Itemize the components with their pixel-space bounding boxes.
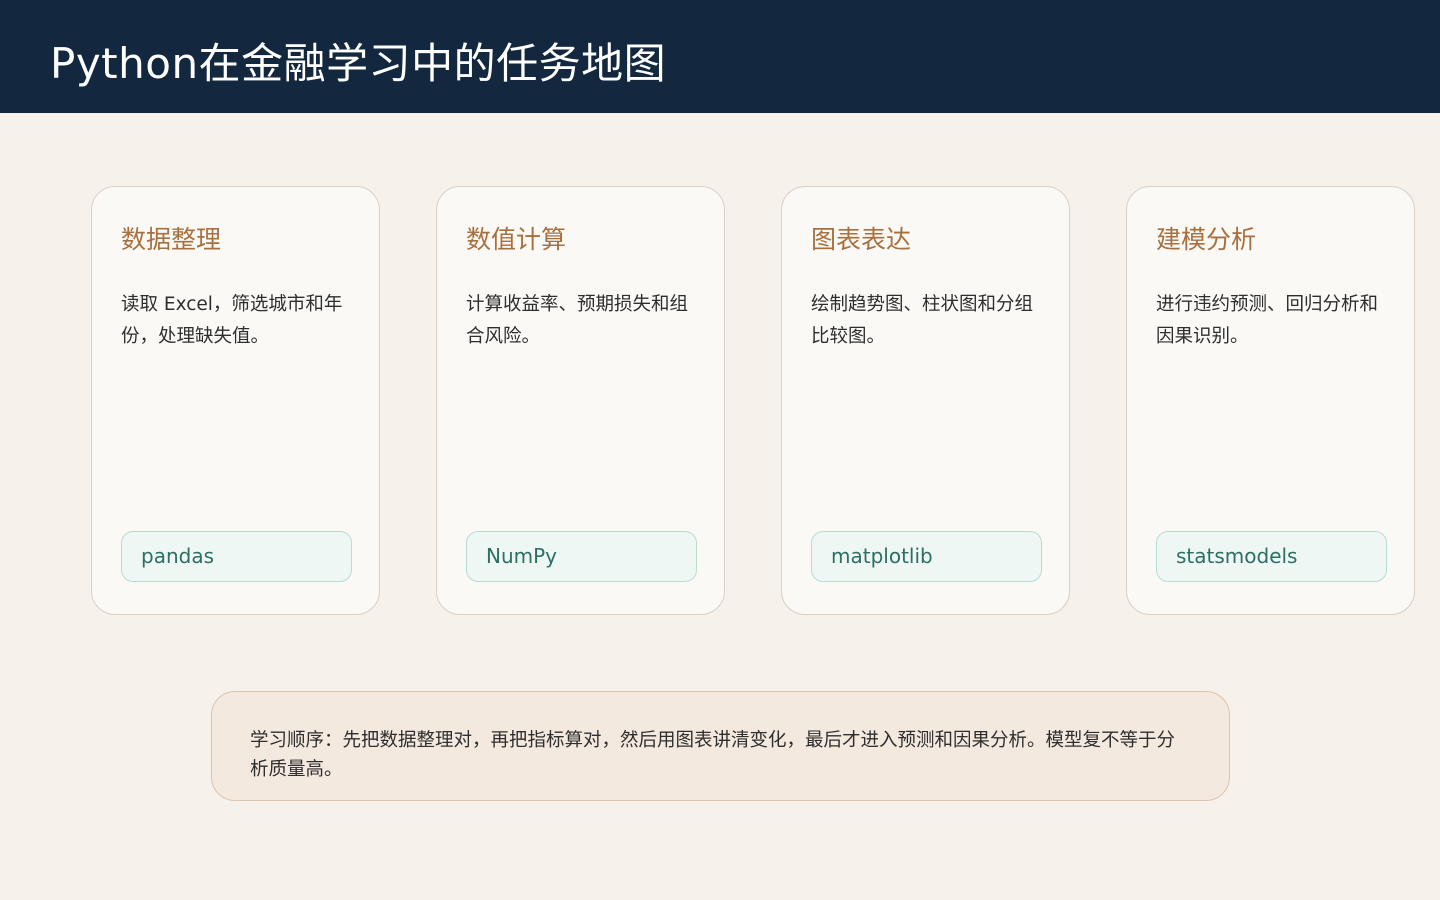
header-bar: Python在金融学习中的任务地图 bbox=[0, 0, 1440, 113]
card-title: 数据整理 bbox=[121, 225, 222, 254]
card-title: 数值计算 bbox=[466, 225, 567, 254]
tool-tag-numpy: NumPy bbox=[466, 531, 697, 582]
task-card-data-cleaning: 数据整理 读取 Excel，筛选城市和年份，处理缺失值。 pandas bbox=[91, 186, 380, 615]
tool-tag-pandas: pandas bbox=[121, 531, 352, 582]
page-title: Python在金融学习中的任务地图 bbox=[50, 39, 667, 88]
task-card-chart-expression: 图表表达 绘制趋势图、柱状图和分组比较图。 matplotlib bbox=[781, 186, 1070, 615]
card-description: 进行违约预测、回归分析和因果识别。 bbox=[1156, 294, 1379, 347]
tool-tag-matplotlib: matplotlib bbox=[811, 531, 1042, 582]
note-text: 学习顺序：先把数据整理对，再把指标算对，然后用图表讲清变化，最后才进入预测和因果… bbox=[250, 730, 1176, 780]
task-card-modeling-analysis: 建模分析 进行违约预测、回归分析和因果识别。 statsmodels bbox=[1126, 186, 1415, 615]
card-title: 建模分析 bbox=[1156, 225, 1257, 254]
learning-order-note: 学习顺序：先把数据整理对，再把指标算对，然后用图表讲清变化，最后才进入预测和因果… bbox=[211, 691, 1230, 801]
card-description: 读取 Excel，筛选城市和年份，处理缺失值。 bbox=[121, 294, 343, 347]
card-title: 图表表达 bbox=[811, 225, 912, 254]
task-card-numeric-computation: 数值计算 计算收益率、预期损失和组合风险。 NumPy bbox=[436, 186, 725, 615]
tool-tag-statsmodels: statsmodels bbox=[1156, 531, 1387, 582]
card-description: 计算收益率、预期损失和组合风险。 bbox=[466, 294, 689, 347]
card-description: 绘制趋势图、柱状图和分组比较图。 bbox=[811, 294, 1034, 347]
